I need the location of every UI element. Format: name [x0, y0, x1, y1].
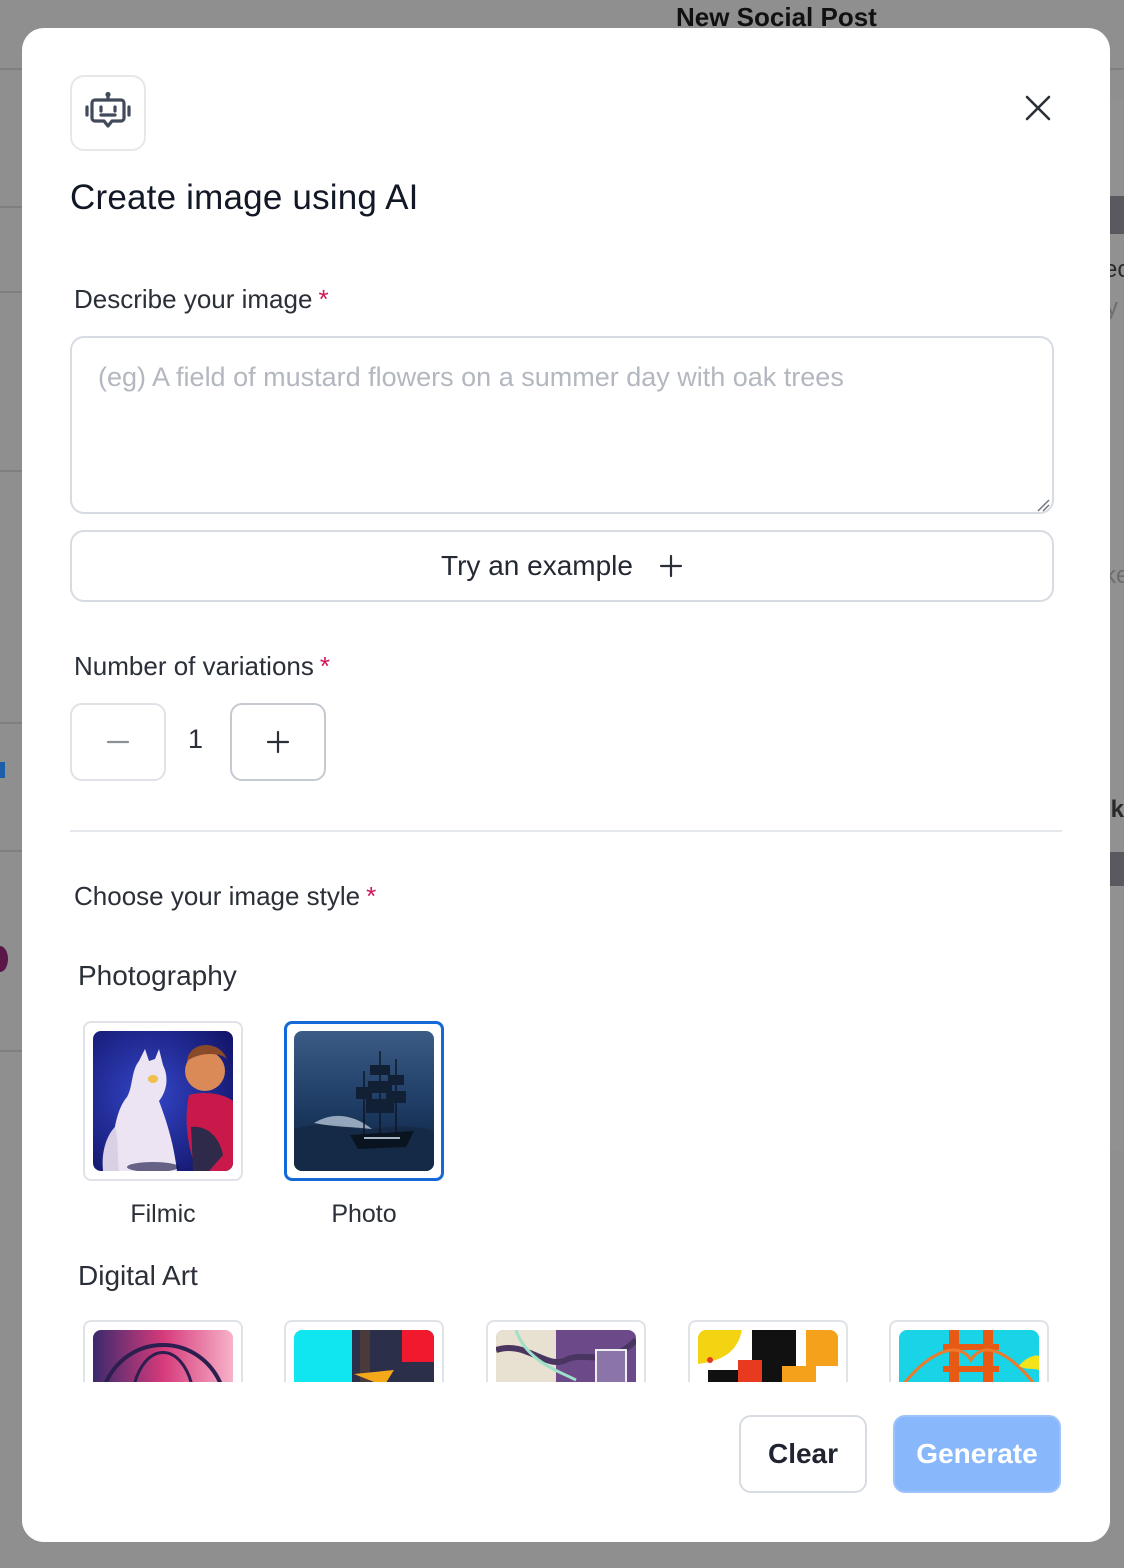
clear-button[interactable]: Clear [739, 1415, 867, 1493]
background-marker [0, 762, 5, 778]
style-option-digital-art-5[interactable] [889, 1320, 1049, 1382]
prompt-label: Describe your image * [74, 284, 329, 315]
increment-button[interactable] [230, 703, 326, 781]
style-thumbnail-filmic [93, 1031, 233, 1171]
style-group-photography: Photography [78, 960, 237, 991]
style-label-text: Choose your image style [74, 881, 361, 911]
close-button[interactable] [1018, 88, 1058, 128]
robot-icon [70, 75, 146, 151]
background-avatar [0, 946, 8, 972]
style-option-digital-art-1[interactable] [83, 1320, 243, 1382]
style-option-digital-art-3[interactable] [486, 1320, 646, 1382]
style-group-digital-art: Digital Art [78, 1260, 198, 1291]
variations-value: 1 [188, 724, 204, 754]
section-divider [70, 830, 1062, 832]
required-mark: * [366, 881, 377, 911]
try-example-label: Try an example [441, 550, 633, 581]
resize-handle-icon[interactable] [1036, 498, 1050, 512]
decrement-button[interactable] [70, 703, 166, 781]
prompt-label-text: Describe your image [74, 284, 313, 314]
style-thumbnail [496, 1330, 636, 1382]
style-thumbnail [698, 1330, 838, 1382]
style-option-filmic[interactable] [83, 1021, 243, 1181]
create-image-modal: Create image using AI Describe your imag… [22, 28, 1110, 1542]
required-mark: * [318, 284, 329, 314]
style-name-photo: Photo [331, 1200, 397, 1228]
prompt-input[interactable] [70, 336, 1054, 514]
style-name-filmic: Filmic [130, 1200, 196, 1228]
plus-icon [659, 554, 683, 578]
try-example-button[interactable]: Try an example [70, 530, 1054, 602]
background-bar [1108, 196, 1124, 234]
style-thumbnail [899, 1330, 1039, 1382]
style-thumbnail-photo [294, 1031, 434, 1171]
style-thumbnail [294, 1330, 434, 1382]
background-bar [1108, 852, 1124, 886]
minus-icon [106, 740, 130, 744]
variations-label-text: Number of variations [74, 651, 314, 681]
modal-footer: Clear Generate [22, 1384, 1110, 1542]
close-icon [1025, 95, 1051, 121]
modal-title: Create image using AI [70, 178, 419, 217]
style-option-digital-art-2[interactable] [284, 1320, 444, 1382]
style-option-digital-art-4[interactable] [688, 1320, 848, 1382]
variations-label: Number of variations * [74, 651, 330, 682]
plus-icon [266, 730, 290, 754]
digital-art-row [22, 1318, 1110, 1382]
style-option-photo[interactable] [284, 1021, 444, 1181]
style-label: Choose your image style * [74, 881, 376, 912]
required-mark: * [319, 651, 331, 681]
generate-button[interactable]: Generate [893, 1415, 1061, 1493]
style-thumbnail [93, 1330, 233, 1382]
